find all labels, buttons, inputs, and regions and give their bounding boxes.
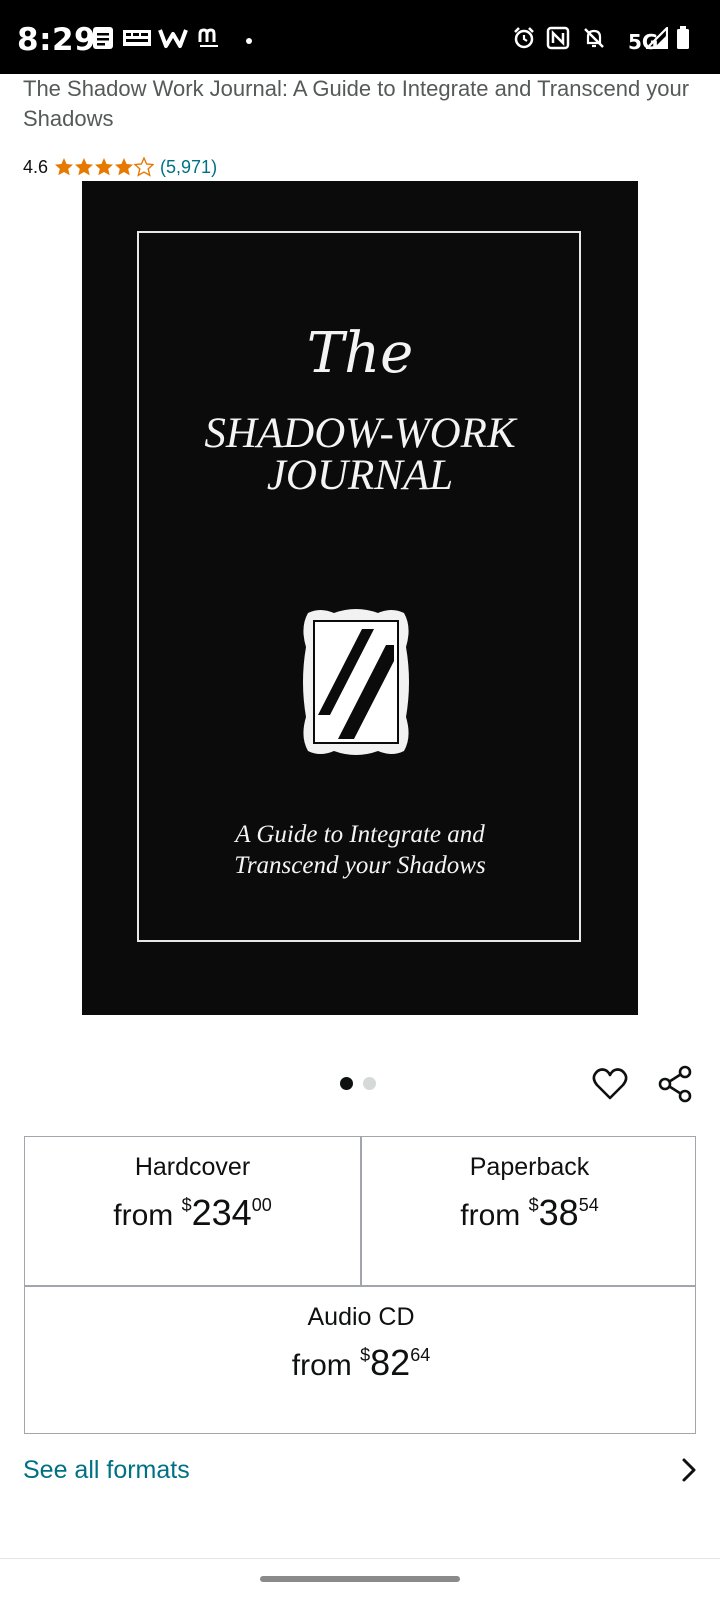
heart-icon[interactable] [590, 1064, 630, 1104]
home-gesture-bar[interactable] [260, 1576, 460, 1582]
cover-subtitle: A Guide to Integrate and Transcend your … [82, 819, 638, 881]
divider [0, 1558, 720, 1559]
format-price: from $23400 [25, 1185, 360, 1236]
carousel-dot-active[interactable] [340, 1077, 353, 1090]
price-cents: 64 [410, 1345, 431, 1365]
rating-count-link[interactable]: (5,971) [160, 157, 217, 178]
price-whole: 234 [191, 1192, 252, 1233]
app-icon [122, 26, 152, 50]
format-name: Paperback [469, 1153, 590, 1181]
bell-off-icon [582, 26, 606, 50]
cover-title-line1: SHADOW-WORK [204, 410, 516, 457]
price-cents: 54 [578, 1195, 599, 1215]
rating-row[interactable]: 4.6 (5,971) [23, 154, 217, 180]
notes-icon [92, 26, 114, 50]
format-audio-cd[interactable]: Audio CD from $8264 [25, 1287, 697, 1433]
rating-value: 4.6 [23, 156, 49, 177]
carousel-dot[interactable] [363, 1077, 376, 1090]
format-price: from $8264 [25, 1335, 697, 1386]
price-currency: $ [181, 1195, 192, 1215]
status-time: 8:29 [17, 22, 97, 58]
see-all-formats-label: See all formats [23, 1455, 190, 1484]
cover-title-line2: JOURNAL [266, 452, 454, 499]
price-whole: 82 [370, 1342, 411, 1383]
signal-icon [646, 26, 668, 50]
price-prefix: from [460, 1199, 521, 1232]
format-paperback[interactable]: Paperback from $3854 [362, 1137, 697, 1285]
price-prefix: from [113, 1199, 174, 1232]
alarm-icon [512, 26, 536, 50]
price-whole: 38 [538, 1192, 579, 1233]
cover-title: SHADOW-WORK JOURNAL [82, 410, 638, 499]
price-cents: 00 [251, 1195, 272, 1215]
notification-dot [246, 38, 252, 44]
image-carousel-indicator [340, 1077, 376, 1090]
product-title[interactable]: The Shadow Work Journal: A Guide to Inte… [23, 74, 703, 134]
share-icon[interactable] [656, 1064, 696, 1104]
formats-grid: Hardcover from $23400 Paperback from $38… [24, 1136, 696, 1434]
chevron-right-icon [682, 1458, 696, 1482]
status-bar: 8:29 5G [0, 0, 720, 74]
star-rating [54, 157, 154, 177]
price-prefix: from [291, 1349, 352, 1382]
price-currency: $ [360, 1345, 371, 1365]
price-currency: $ [528, 1195, 539, 1215]
format-name: Hardcover [134, 1153, 251, 1181]
m-zone-icon [198, 26, 224, 50]
product-image[interactable]: The SHADOW-WORK JOURNAL A Guide to Integ… [82, 181, 638, 1015]
w-icon [158, 26, 188, 50]
cover-title-the: The [306, 321, 414, 386]
format-name: Audio CD [307, 1303, 415, 1331]
mirror-icon [303, 609, 409, 755]
battery-icon [676, 26, 690, 50]
format-hardcover[interactable]: Hardcover from $23400 [25, 1137, 360, 1285]
stars-icon [55, 157, 154, 177]
nfc-icon [546, 26, 570, 50]
see-all-formats-link[interactable]: See all formats [23, 1450, 699, 1490]
cover-subtitle-line2: Transcend your Shadows [234, 852, 486, 879]
format-price: from $3854 [362, 1185, 697, 1236]
cover-subtitle-line1: A Guide to Integrate and [235, 821, 485, 848]
